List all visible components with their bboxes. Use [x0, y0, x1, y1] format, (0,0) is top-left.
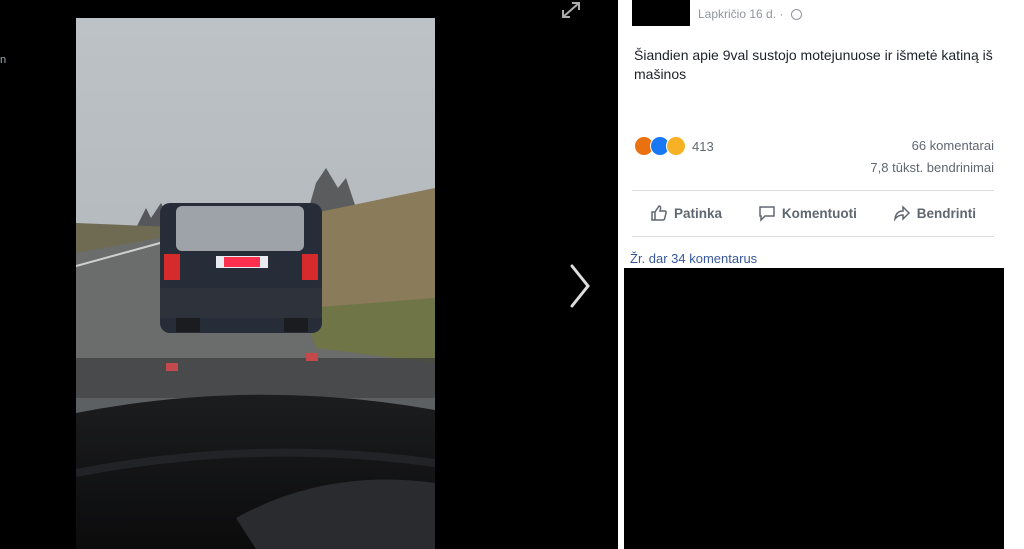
chevron-right-icon[interactable]: [562, 258, 598, 314]
shares-count[interactable]: 7,8 tūkst. bendrinimai: [870, 160, 994, 175]
reaction-count: 413: [692, 138, 714, 154]
side-text: n: [0, 54, 7, 66]
divider: [632, 236, 994, 237]
share-label: Bendrinti: [916, 205, 977, 221]
share-icon: [893, 205, 910, 222]
post-date-text: Lapkričio 16 d. ·: [698, 7, 784, 21]
expand-icon[interactable]: [558, 0, 584, 20]
comment-label: Komentuoti: [781, 205, 857, 221]
view-more-comments-link[interactable]: Žr. dar 34 komentarus: [630, 251, 757, 266]
globe-icon: [790, 9, 802, 20]
comment-button[interactable]: Komentuoti: [758, 204, 857, 222]
post-text: Šiandien apie 9val sustojo motejunuose i…: [634, 47, 993, 82]
post-panel: Lapkričio 16 d. · Šiandien apie 9val sus…: [618, 0, 1024, 549]
divider: [632, 190, 994, 191]
like-label: Patinka: [673, 205, 722, 221]
post-date[interactable]: Lapkričio 16 d. ·: [698, 7, 802, 21]
redacted-block: [74, 0, 299, 18]
photo-viewer: n: [0, 0, 618, 549]
comment-icon: [759, 206, 775, 222]
comments-count[interactable]: 66 komentarai: [912, 138, 994, 153]
redacted-comments: [624, 268, 1004, 549]
reactions-summary[interactable]: 413: [634, 135, 714, 157]
post-actions: Patinka Komentuoti Bendrinti: [632, 200, 994, 226]
post-photo[interactable]: [76, 18, 435, 549]
like-button[interactable]: Patinka: [650, 204, 722, 222]
sad-reaction-icon: [666, 136, 686, 156]
share-button[interactable]: Bendrinti: [893, 204, 976, 222]
thumbs-up-icon: [651, 205, 667, 221]
redacted-author-name: [632, 0, 690, 26]
